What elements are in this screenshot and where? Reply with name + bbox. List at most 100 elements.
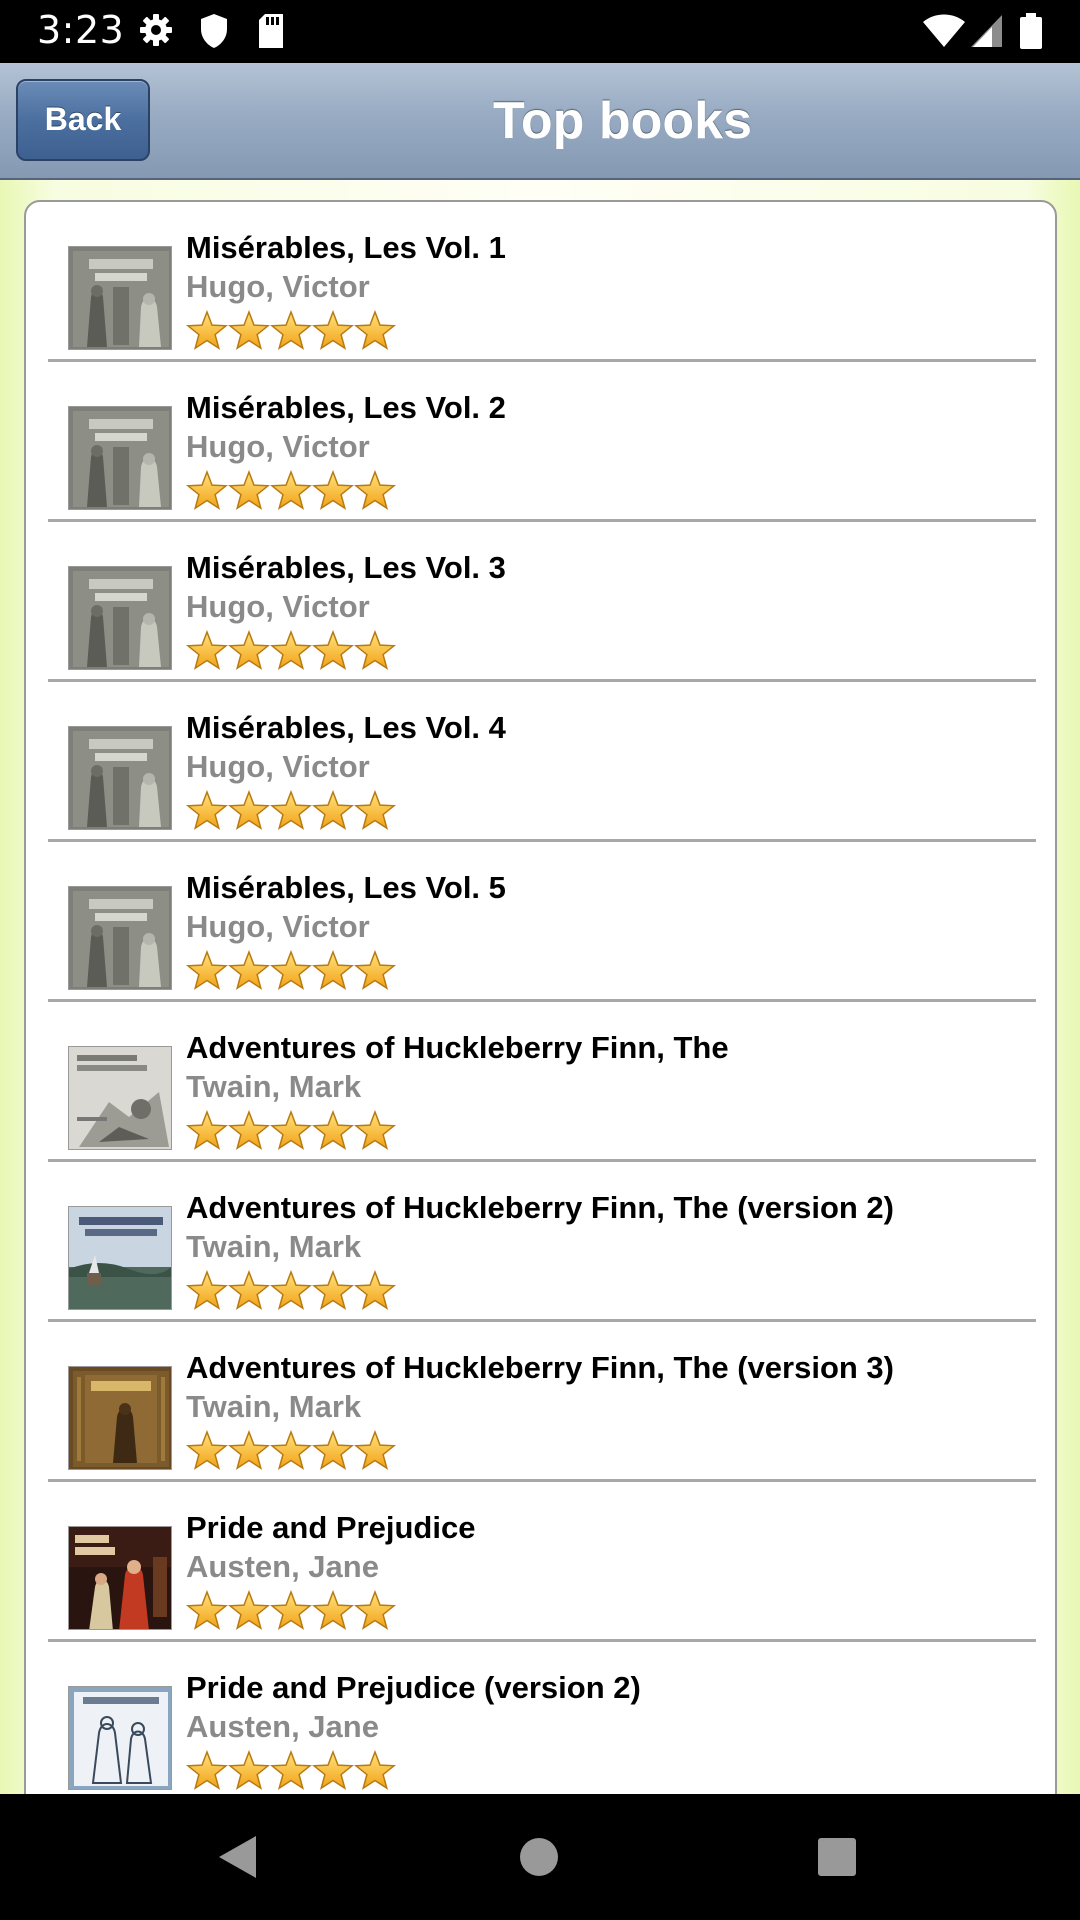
back-triangle-icon[interactable] xyxy=(216,1834,260,1880)
star-icon xyxy=(227,1430,271,1470)
book-list-item[interactable]: Adventures of Huckleberry Finn, The (ver… xyxy=(48,1322,1036,1482)
star-icon xyxy=(186,950,229,990)
book-list-item[interactable]: Pride and Prejudice (version 2) Austen, J… xyxy=(48,1642,1036,1794)
battery-icon xyxy=(1018,12,1044,55)
book-list-item[interactable]: Misérables, Les Vol. 4 Hugo, Victor xyxy=(48,682,1036,842)
book-title: Misérables, Les Vol. 3 xyxy=(186,550,506,585)
star-icon xyxy=(186,790,229,830)
book-rating xyxy=(186,790,406,834)
star-icon xyxy=(227,310,271,350)
book-cover-image xyxy=(68,1686,172,1790)
book-list-item[interactable]: Adventures of Huckleberry Finn, The (ver… xyxy=(48,1162,1036,1322)
book-cover-image xyxy=(68,726,172,830)
book-author: Hugo, Victor xyxy=(186,749,370,784)
status-time: 3:23 xyxy=(37,8,125,52)
book-author: Twain, Mark xyxy=(186,1069,362,1104)
recents-square-icon[interactable] xyxy=(817,1837,857,1877)
header-bar: Back Top books xyxy=(0,63,1080,180)
star-icon xyxy=(269,310,313,350)
book-rating xyxy=(186,1110,406,1154)
star-icon xyxy=(186,1750,229,1790)
star-icon xyxy=(311,630,355,670)
book-title: Misérables, Les Vol. 1 xyxy=(186,230,506,265)
star-icon xyxy=(269,1750,313,1790)
sd-card-icon xyxy=(256,12,286,55)
book-cover-image xyxy=(68,406,172,510)
star-icon xyxy=(186,1110,229,1150)
book-rating xyxy=(186,630,406,674)
star-icon xyxy=(186,1430,229,1470)
star-icon xyxy=(353,1590,397,1630)
star-icon xyxy=(311,470,355,510)
book-list-item[interactable]: Pride and Prejudice Austen, Jane xyxy=(48,1482,1036,1642)
star-icon xyxy=(269,1270,313,1310)
book-list-item[interactable]: Misérables, Les Vol. 5 Hugo, Victor xyxy=(48,842,1036,1002)
star-icon xyxy=(353,950,397,990)
star-icon xyxy=(227,630,271,670)
book-title: Adventures of Huckleberry Finn, The (ver… xyxy=(186,1190,894,1225)
star-icon xyxy=(311,1430,355,1470)
book-author: Austen, Jane xyxy=(186,1549,379,1584)
star-icon xyxy=(269,1590,313,1630)
star-icon xyxy=(269,470,313,510)
star-icon xyxy=(353,1750,397,1790)
star-icon xyxy=(186,630,229,670)
book-rating xyxy=(186,1270,406,1314)
star-icon xyxy=(186,1590,229,1630)
wifi-icon xyxy=(922,14,966,53)
star-icon xyxy=(311,1590,355,1630)
book-cover-image xyxy=(68,1526,172,1630)
star-icon xyxy=(186,1270,229,1310)
book-list-item[interactable]: Adventures of Huckleberry Finn, The Twain… xyxy=(48,1002,1036,1162)
star-icon xyxy=(227,790,271,830)
book-author: Hugo, Victor xyxy=(186,429,370,464)
back-button[interactable]: Back xyxy=(16,79,150,161)
star-icon xyxy=(311,1270,355,1310)
star-icon xyxy=(227,1110,271,1150)
book-author: Hugo, Victor xyxy=(186,909,370,944)
star-icon xyxy=(353,470,397,510)
star-icon xyxy=(227,950,271,990)
book-cover-image xyxy=(68,1206,172,1310)
navigation-bar xyxy=(0,1794,1080,1920)
star-icon xyxy=(311,950,355,990)
star-icon xyxy=(311,310,355,350)
star-icon xyxy=(227,470,271,510)
book-author: Hugo, Victor xyxy=(186,269,370,304)
star-icon xyxy=(269,630,313,670)
star-icon xyxy=(311,1110,355,1150)
home-circle-icon[interactable] xyxy=(518,1836,560,1878)
status-bar: 3:23 xyxy=(0,0,1080,63)
star-icon xyxy=(227,1750,271,1790)
book-list-item[interactable]: Misérables, Les Vol. 2 Hugo, Victor xyxy=(48,362,1036,522)
star-icon xyxy=(353,1270,397,1310)
star-icon xyxy=(311,1750,355,1790)
page-title: Top books xyxy=(492,92,752,150)
star-icon xyxy=(186,310,229,350)
star-icon xyxy=(227,1270,271,1310)
book-author: Austen, Jane xyxy=(186,1709,379,1744)
book-cover-image xyxy=(68,1366,172,1470)
book-cover-image xyxy=(68,1046,172,1150)
star-icon xyxy=(269,790,313,830)
book-title: Misérables, Les Vol. 4 xyxy=(186,710,506,745)
book-list[interactable]: Misérables, Les Vol. 1 Hugo, Victor Miséra… xyxy=(24,200,1057,1794)
star-icon xyxy=(227,1590,271,1630)
book-list-item[interactable]: Misérables, Les Vol. 1 Hugo, Victor xyxy=(48,202,1036,362)
star-icon xyxy=(353,630,397,670)
star-icon xyxy=(353,790,397,830)
book-title: Misérables, Les Vol. 2 xyxy=(186,390,506,425)
signal-icon xyxy=(970,14,1004,53)
content-area[interactable]: Misérables, Les Vol. 1 Hugo, Victor Miséra… xyxy=(0,180,1080,1794)
book-rating xyxy=(186,950,406,994)
book-title: Adventures of Huckleberry Finn, The xyxy=(186,1030,729,1065)
star-icon xyxy=(311,790,355,830)
book-cover-image xyxy=(68,566,172,670)
book-title: Pride and Prejudice xyxy=(186,1510,476,1545)
book-cover-image xyxy=(68,886,172,990)
star-icon xyxy=(353,1430,397,1470)
gear-icon xyxy=(138,12,174,53)
star-icon xyxy=(269,950,313,990)
book-list-item[interactable]: Misérables, Les Vol. 3 Hugo, Victor xyxy=(48,522,1036,682)
book-rating xyxy=(186,310,406,354)
